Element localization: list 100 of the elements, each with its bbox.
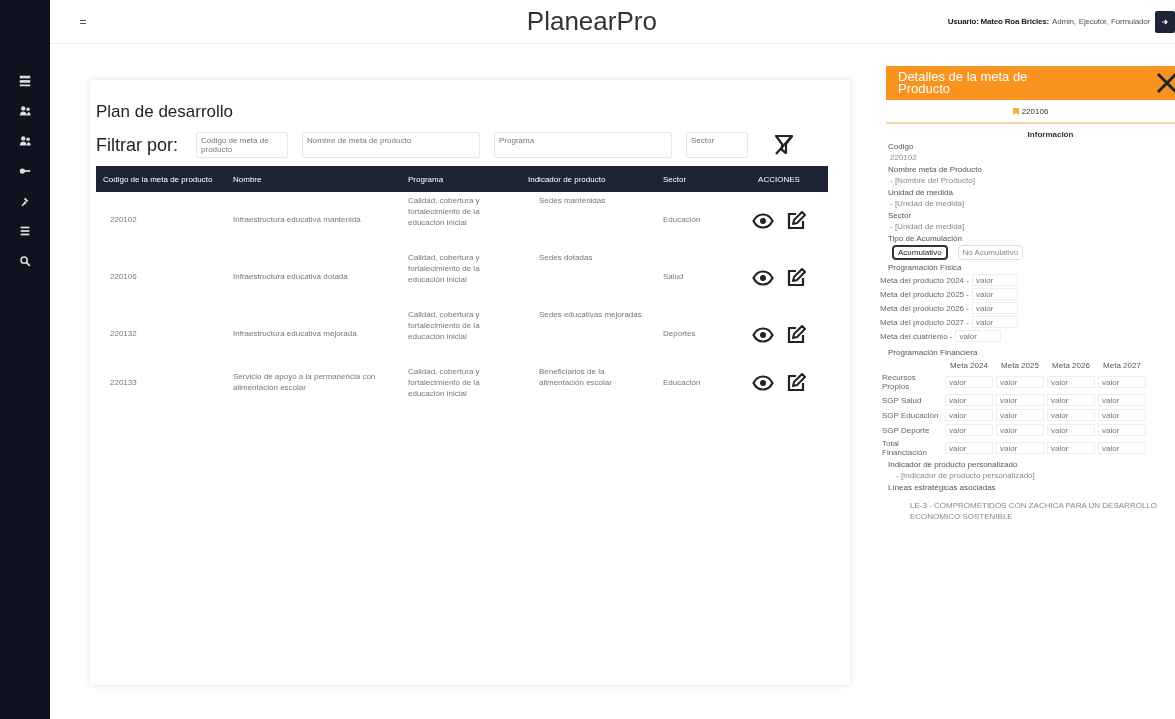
- view-icon[interactable]: [752, 269, 774, 286]
- table-cell: Calidad, cobertura y fortalecimiento de la educación inicial: [408, 253, 480, 284]
- user-name: Usuario: Mateo Roa Bricles:: [947, 17, 1050, 26]
- strategic-line: LE-3 - COMPROMETIDOS CON ZACHICA PARA UN DESARROLLO ECONOMICO SOSTENIBLE: [910, 500, 1158, 523]
- field-label: Líneas estratégicas asociadas: [888, 483, 997, 492]
- filter-label: Filtrar por:: [96, 134, 178, 156]
- value-field[interactable]: valor: [971, 288, 1018, 300]
- menu-icon[interactable]: [80, 18, 86, 25]
- table-cell: Infraestructura educativa mejorada: [233, 329, 357, 339]
- row-label: Recursos Propios: [882, 373, 917, 391]
- user-role: Formulador: [1111, 17, 1150, 26]
- field-label: Meta del cuatrienio -: [880, 331, 953, 341]
- close-icon[interactable]: [1155, 71, 1175, 95]
- value-field[interactable]: valor: [996, 376, 1044, 388]
- table-cell: 220132: [110, 329, 137, 339]
- field-label: Nombre meta de Producto: [888, 165, 983, 174]
- clear-filter-icon[interactable]: [774, 134, 794, 156]
- table-cell: Calidad, cobertura y fortalecimiento de la educación inicial: [408, 367, 480, 398]
- accumulation-option[interactable]: Acumulativo: [892, 245, 948, 260]
- field-label: Meta del producto 2024 -: [880, 275, 969, 285]
- page-title: Plan de desarrollo: [96, 102, 235, 122]
- value-field[interactable]: valor: [1098, 409, 1146, 421]
- column-header: ACCIONES: [730, 166, 828, 192]
- table-cell: 220102: [110, 215, 137, 225]
- value-field[interactable]: valor: [1098, 376, 1146, 388]
- field-value: - [Indicador de producto personalizado]: [896, 471, 1036, 480]
- edit-icon[interactable]: [786, 324, 806, 345]
- field-value: - [Unidad de medida]: [890, 199, 966, 208]
- value-field[interactable]: valor: [1047, 409, 1095, 421]
- product-code: 220106: [1021, 107, 1049, 116]
- field-label: Codigo: [888, 142, 915, 151]
- field-label: Unidad de medida: [888, 188, 954, 197]
- value-field[interactable]: valor: [971, 316, 1018, 328]
- field-value: - [Nombre del Producto]: [890, 176, 976, 185]
- edit-icon[interactable]: [786, 373, 806, 394]
- value-field[interactable]: valor: [1047, 442, 1095, 454]
- value-field[interactable]: valor: [971, 302, 1018, 314]
- value-field[interactable]: valor: [945, 394, 993, 406]
- column-header: Codigo de la meta de producto: [96, 166, 226, 192]
- section-label: Programación Financiera: [888, 348, 979, 357]
- column-header: Meta 2027: [1102, 361, 1142, 370]
- column-header: Programa: [401, 166, 521, 192]
- table-cell: Infraestructura educativa dotada: [233, 272, 348, 282]
- edit-icon[interactable]: [786, 210, 806, 231]
- section-label: Programación Física: [888, 263, 963, 272]
- table-cell: Deportes: [663, 329, 696, 339]
- value-field[interactable]: valor: [1098, 394, 1146, 406]
- table-cell: Calidad, cobertura y fortalecimiento de la educación inicial: [408, 196, 480, 227]
- logout-button[interactable]: [1155, 10, 1175, 33]
- search-icon[interactable]: [18, 254, 32, 268]
- table-cell: 220133: [110, 377, 137, 387]
- column-header: Indicador de producto: [521, 166, 656, 192]
- list-icon[interactable]: [18, 224, 32, 238]
- value-field[interactable]: valor: [955, 330, 1002, 342]
- users-icon[interactable]: [18, 104, 32, 118]
- value-field[interactable]: valor: [996, 442, 1044, 454]
- field-label: Sector: [888, 211, 913, 220]
- user-role: Ejecutor,: [1078, 17, 1109, 26]
- field-label: Indicador de producto personalizado: [888, 460, 1019, 469]
- value-field[interactable]: valor: [996, 424, 1044, 436]
- panel-title: Detalles de la meta de Producto: [897, 70, 1029, 96]
- field-label: Meta del producto 2026 -: [880, 303, 969, 313]
- column-header: Nombre: [226, 166, 401, 192]
- row-label: SGP Deporte: [882, 425, 931, 435]
- table-cell: Sedes mantenidas: [539, 196, 606, 205]
- table-cell: Infraestructura educativa mantenida: [233, 215, 361, 225]
- value-field[interactable]: valor: [945, 442, 993, 454]
- field-value: 220102: [890, 153, 918, 162]
- field-value: - [Unidad de medida]: [890, 222, 966, 231]
- view-icon[interactable]: [752, 212, 774, 229]
- table-cell: Sedes educativas mejoradas: [539, 310, 642, 319]
- filter-field[interactable]: Sector: [686, 132, 748, 158]
- bookmark-icon: [1012, 108, 1019, 115]
- value-field[interactable]: valor: [945, 409, 993, 421]
- table-cell: Calidad, cobertura y fortalecimiento de la educación inicial: [408, 310, 480, 341]
- value-field[interactable]: valor: [996, 409, 1044, 421]
- value-field[interactable]: valor: [945, 424, 993, 436]
- value-field[interactable]: valor: [1047, 376, 1095, 388]
- filter-field[interactable]: Nombre de meta de producto: [302, 132, 480, 158]
- value-field[interactable]: valor: [1098, 442, 1146, 454]
- filter-field[interactable]: Codigo de meta de producto: [196, 132, 288, 158]
- logout-icon: [1161, 17, 1169, 26]
- value-field[interactable]: valor: [1047, 394, 1095, 406]
- accumulation-option[interactable]: No Acumulativo: [957, 245, 1024, 260]
- view-icon[interactable]: [752, 326, 774, 343]
- filter-field[interactable]: Programa: [494, 132, 672, 158]
- user-role: Admin,: [1052, 17, 1076, 26]
- value-field[interactable]: valor: [1047, 424, 1095, 436]
- value-field[interactable]: valor: [996, 394, 1044, 406]
- value-field[interactable]: valor: [1098, 424, 1146, 436]
- table-cell: Educación: [663, 215, 701, 225]
- column-header: Meta 2026: [1051, 361, 1091, 370]
- value-field[interactable]: valor: [971, 274, 1018, 286]
- edit-icon[interactable]: [786, 267, 806, 288]
- column-header: Sector: [656, 166, 730, 192]
- value-field[interactable]: valor: [945, 376, 993, 388]
- grid-icon[interactable]: [18, 74, 32, 88]
- users-icon[interactable]: [18, 134, 32, 148]
- view-icon[interactable]: [752, 375, 774, 392]
- field-label: Meta del producto 2025 -: [880, 289, 969, 299]
